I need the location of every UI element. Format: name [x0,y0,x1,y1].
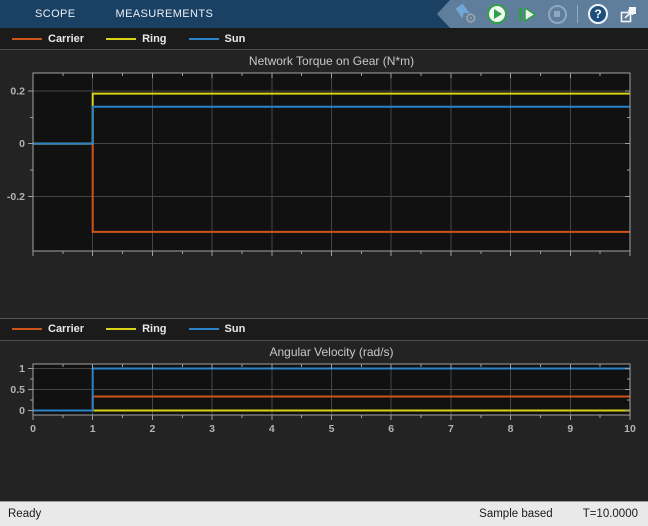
legend-label: Ring [142,323,167,335]
help-icon[interactable]: ? [588,4,608,24]
toolbar-divider [577,5,578,23]
x-tick-label: 8 [508,423,514,435]
legend-item-ring[interactable]: Ring [106,323,167,335]
legend-label: Carrier [48,32,85,45]
legend-label: Sun [224,323,246,335]
toolbar: SCOPE MEASUREMENTS ⚙ ? [0,0,648,28]
x-tick-label: 0 [30,423,36,435]
legend-item-sun[interactable]: Sun [188,323,246,335]
plot-title: Network Torque on Gear (N*m) [249,54,414,68]
popout-icon[interactable] [618,4,638,24]
x-tick-label: 2 [149,423,155,435]
legend-item-carrier[interactable]: Carrier [12,33,84,45]
legend-line-icon [12,328,42,330]
legend-item-ring[interactable]: Ring [106,32,167,45]
stop-icon[interactable] [547,4,567,24]
plot-canvas[interactable]: 0.2 0 -0.2 Network Torque on Gear (N*m) [0,50,648,264]
toolstrip-tabs: SCOPE MEASUREMENTS [0,0,213,28]
x-tick-label: 10 [624,423,636,435]
legend-line-icon [188,328,219,330]
x-tick-label: 9 [567,423,573,435]
x-tick-label: 4 [269,423,275,435]
tab-measurements[interactable]: MEASUREMENTS [116,0,214,28]
legend-label: Ring [142,32,167,45]
quick-access-toolbar: ⚙ ? [437,0,648,28]
legend-line-icon [106,37,137,40]
legend-strip-velocity: Carrier Ring Sun [0,317,648,341]
plot-torque[interactable]: 0.2 0 -0.2 Network Torque on Gear (N*m) [0,50,648,318]
y-tick-label: 0.2 [10,85,25,97]
step-forward-icon[interactable] [517,4,537,24]
y-tick-label: 0.5 [10,384,25,396]
plot-canvas[interactable]: 0 1 2 3 4 5 6 7 8 9 10 1 0.5 0 Angular Velocity (rad/s… [0,341,648,448]
y-tick-label: 0 [19,138,25,150]
plot-title: Angular Velocity (rad/s) [269,345,393,359]
y-tick-label: 1 [19,363,25,375]
legend-label: Carrier [48,323,85,335]
x-tick-label: 7 [448,423,454,435]
sim-time-text: T=10.0000 [582,508,638,520]
x-tick-label: 5 [329,423,335,435]
legend-line-icon [12,37,42,40]
status-bar: Ready Sample based T=10.0000 [0,501,648,526]
x-tick-label: 1 [90,423,96,435]
tab-scope[interactable]: SCOPE [35,0,76,28]
legend-line-icon [106,328,137,330]
legend-item-sun[interactable]: Sun [188,32,246,45]
x-tick-label: 3 [209,423,215,435]
plot-velocity[interactable]: 0 1 2 3 4 5 6 7 8 9 10 1 0.5 0 Angular Velocity (rad/s… [0,340,648,501]
status-text: Ready [8,508,42,520]
legend-strip-torque: Carrier Ring Sun [0,28,648,50]
legend-label: Sun [224,32,246,45]
scope-window: SCOPE MEASUREMENTS ⚙ ? Carrier Ring Sun … [0,0,648,526]
run-icon[interactable] [487,4,507,24]
legend-item-carrier[interactable]: Carrier [12,323,84,335]
simulation-settings-icon[interactable]: ⚙ [457,4,477,26]
x-tick-label: 6 [388,423,394,435]
sample-mode-text: Sample based [479,508,553,520]
y-tick-label: -0.2 [7,191,25,203]
legend-line-icon [188,37,219,40]
gear-icon: ⚙ [464,10,477,26]
y-tick-label: 0 [19,404,25,416]
